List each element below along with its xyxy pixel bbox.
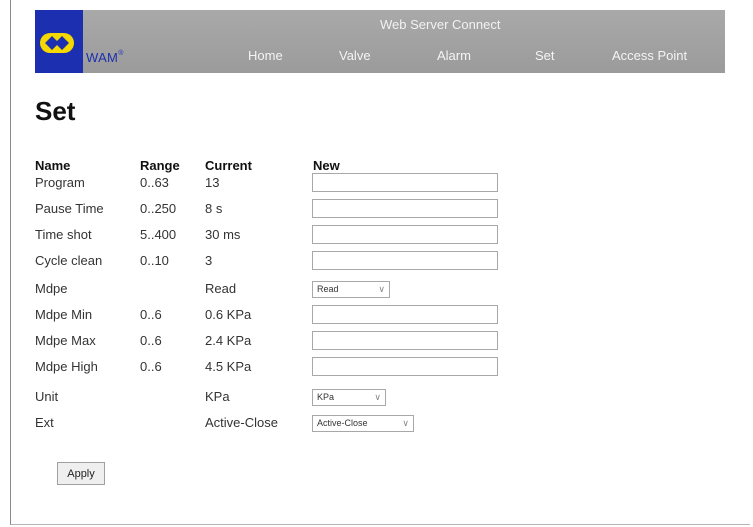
nav-valve[interactable]: Valve xyxy=(339,48,371,63)
row-current: 4.5 KPa xyxy=(205,359,252,374)
row-current: Active-Close xyxy=(205,415,278,430)
select-value: Active-Close xyxy=(317,418,368,428)
row-current: 3 xyxy=(205,253,213,268)
row-current: 0.6 KPa xyxy=(205,307,252,322)
row-range: 0..250 xyxy=(140,201,177,216)
wam-logo-icon xyxy=(40,33,74,53)
row-name: Pause Time xyxy=(35,201,104,216)
select-value: Read xyxy=(317,284,339,294)
column-header-name: Name xyxy=(35,158,71,173)
row-name: Mdpe High xyxy=(35,359,98,374)
new-value-input[interactable] xyxy=(312,199,498,218)
row-range: 0..6 xyxy=(140,333,162,348)
new-value-input[interactable] xyxy=(312,305,498,324)
column-header-range: Range xyxy=(140,158,180,173)
chevron-down-icon: ∨ xyxy=(402,418,409,428)
row-name: Time shot xyxy=(35,227,92,242)
row-name: Program xyxy=(35,175,85,190)
chevron-down-icon: ∨ xyxy=(378,284,385,294)
row-name: Cycle clean xyxy=(35,253,103,268)
chevron-down-icon: ∨ xyxy=(374,392,381,402)
row-current: Read xyxy=(205,281,237,296)
column-header-current: Current xyxy=(205,158,252,173)
row-name: Mdpe xyxy=(35,281,68,296)
row-range: 0..10 xyxy=(140,253,169,268)
new-value-input[interactable] xyxy=(312,225,498,244)
top-header: WAM® Web Server Connect Home Valve Alarm… xyxy=(35,10,725,73)
row-name: Ext xyxy=(35,415,54,430)
row-name: Mdpe Min xyxy=(35,307,93,322)
row-current: KPa xyxy=(205,389,230,404)
logo-text: WAM® xyxy=(86,50,124,65)
row-range: 0..6 xyxy=(140,359,162,374)
new-value-input[interactable] xyxy=(312,331,498,350)
wam-logo xyxy=(35,10,83,73)
select-value: KPa xyxy=(317,392,335,402)
row-range: 0..6 xyxy=(140,307,162,322)
row-current: 30 ms xyxy=(205,227,241,242)
page-title: Set xyxy=(35,96,76,126)
apply-button[interactable]: Apply xyxy=(57,462,105,485)
app-title: Web Server Connect xyxy=(380,17,501,32)
new-value-input[interactable] xyxy=(312,357,498,376)
row-range: 0..63 xyxy=(140,175,169,190)
row-current: 13 xyxy=(205,175,220,190)
new-value-input[interactable] xyxy=(312,173,498,192)
nav-alarm[interactable]: Alarm xyxy=(437,48,471,63)
row-current: 2.4 KPa xyxy=(205,333,252,348)
nav-set[interactable]: Set xyxy=(535,48,555,63)
new-value-select[interactable]: Read ∨ xyxy=(312,281,390,298)
column-header-new: New xyxy=(313,158,340,173)
row-current: 8 s xyxy=(205,201,223,216)
new-value-select[interactable]: KPa ∨ xyxy=(312,389,386,406)
nav-home[interactable]: Home xyxy=(248,48,283,63)
new-value-select[interactable]: Active-Close ∨ xyxy=(312,415,414,432)
row-name: Unit xyxy=(35,389,59,404)
row-range: 5..400 xyxy=(140,227,177,242)
new-value-input[interactable] xyxy=(312,251,498,270)
nav-access-point[interactable]: Access Point xyxy=(612,48,687,63)
row-name: Mdpe Max xyxy=(35,333,96,348)
